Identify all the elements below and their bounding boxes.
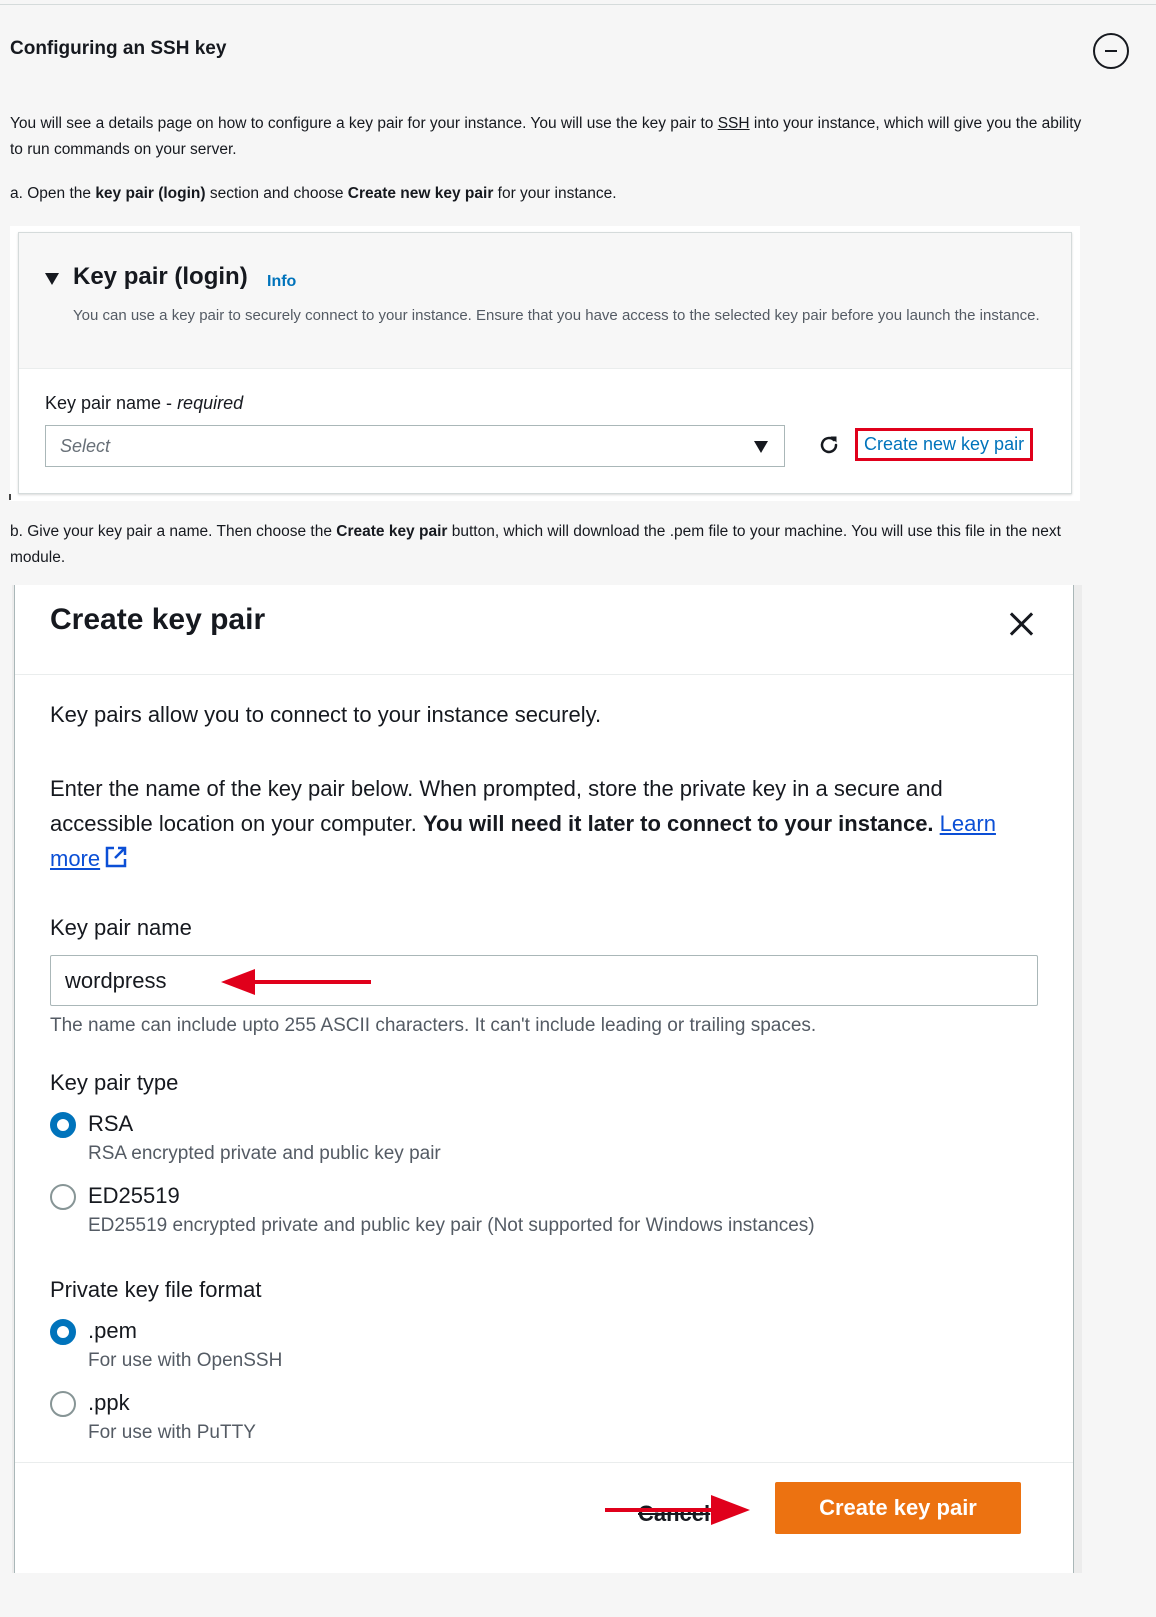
keypair-name-hint: The name can include upto 255 ASCII char… <box>50 1015 817 1036</box>
keypair-type-label: Key pair type <box>50 1070 179 1095</box>
external-link-icon <box>105 846 127 868</box>
radio-ed25519-label: ED25519 <box>88 1183 180 1208</box>
ssh-term: SSH <box>717 115 750 132</box>
keypair-name-input[interactable]: wordpress <box>50 955 1038 1006</box>
modal-footer: Cancel Create key pair <box>15 1462 1073 1573</box>
radio-rsa[interactable] <box>50 1112 76 1138</box>
modal-lead-text: Key pairs allow you to connect to your i… <box>50 702 602 727</box>
radio-ppk-label: .ppk <box>88 1390 130 1415</box>
keypair-name-label: Key pair name <box>50 915 192 940</box>
stray-mark <box>9 494 11 500</box>
keypair-name-value: wordpress <box>65 968 167 993</box>
radio-pem-desc: For use with OpenSSH <box>88 1350 283 1371</box>
radio-rsa-label: RSA <box>88 1111 134 1136</box>
keypair-panel-description: You can use a key pair to securely conne… <box>73 307 1040 324</box>
divider <box>0 4 1156 5</box>
keypair-select[interactable]: Select <box>45 425 785 467</box>
refresh-icon[interactable] <box>817 433 841 457</box>
right-arrow-annotation-icon <box>605 1495 750 1525</box>
section-title: Configuring an SSH key <box>10 38 227 59</box>
keypair-panel-title: Key pair (login) <box>73 263 248 290</box>
keypair-name-label: Key pair name - required <box>45 393 244 413</box>
modal-title: Create key pair <box>50 603 266 636</box>
close-icon[interactable] <box>1005 607 1039 641</box>
modal-header: Create key pair <box>15 585 1073 675</box>
modal-body-text: Enter the name of the key pair below. Wh… <box>50 776 996 871</box>
keypair-panel: Key pair (login) Info You can use a key … <box>18 232 1072 494</box>
info-link[interactable]: Info <box>267 273 296 291</box>
page: Configuring an SSH key You will see a de… <box>0 0 1156 1617</box>
radio-rsa-desc: RSA encrypted private and public key pai… <box>88 1143 441 1164</box>
create-keypair-button[interactable]: Create key pair <box>775 1482 1021 1534</box>
key-format-label: Private key file format <box>50 1277 262 1302</box>
step-a-text: a. Open the key pair (login) section and… <box>10 185 617 202</box>
radio-ppk-desc: For use with PuTTY <box>88 1422 256 1443</box>
radio-ed25519[interactable] <box>50 1184 76 1210</box>
select-placeholder: Select <box>60 436 111 456</box>
create-keypair-screenshot: Create key pair Key pairs allow you to c… <box>12 585 1082 1573</box>
radio-pem[interactable] <box>50 1319 76 1345</box>
radio-ppk[interactable] <box>50 1391 76 1417</box>
step-b-text: b. Give your key pair a name. Then choos… <box>10 523 1061 566</box>
minus-circle-icon[interactable] <box>1093 33 1129 69</box>
radio-ed25519-desc: ED25519 encrypted private and public key… <box>88 1215 815 1236</box>
radio-pem-label: .pem <box>88 1318 137 1343</box>
left-arrow-annotation-icon <box>221 969 371 995</box>
caret-down-icon <box>754 441 768 453</box>
expand-triangle-icon[interactable] <box>45 273 59 285</box>
keypair-panel-header: Key pair (login) Info You can use a key … <box>19 233 1071 369</box>
create-keypair-modal: Create key pair Key pairs allow you to c… <box>14 585 1074 1573</box>
intro-paragraph: You will see a details page on how to co… <box>10 115 1082 158</box>
create-new-keypair-link[interactable]: Create new key pair <box>855 428 1034 461</box>
keypair-screenshot: Key pair (login) Info You can use a key … <box>10 226 1080 501</box>
